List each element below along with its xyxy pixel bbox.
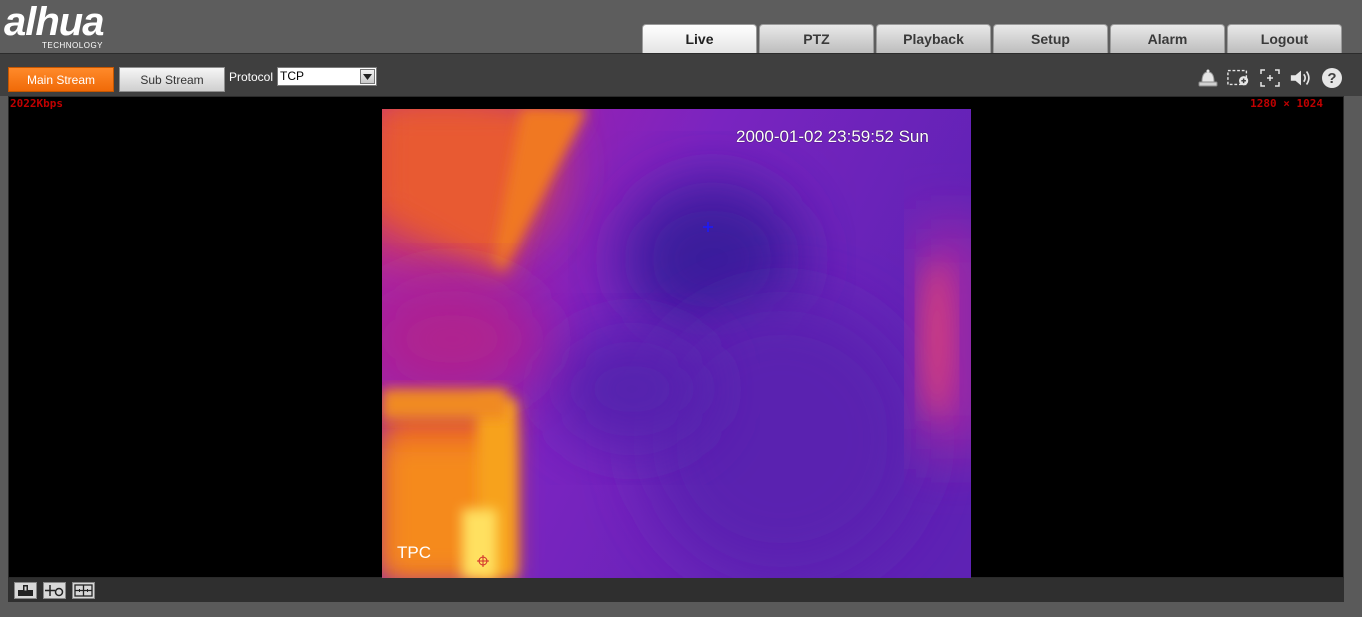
bitrate-readout: 2022Kbps — [10, 97, 63, 110]
tab-playback[interactable]: Playback — [876, 24, 991, 53]
resolution-readout: 1280 × 1024 — [1250, 97, 1323, 110]
protocol-label: Protocol — [229, 70, 274, 84]
header: alhua TECHNOLOGY Live PTZ Playback Setup… — [0, 0, 1362, 53]
fullscreen-icon[interactable] — [1258, 66, 1282, 90]
tab-logout[interactable]: Logout — [1227, 24, 1342, 53]
logo-text: alhua — [4, 0, 104, 44]
svg-text:?: ? — [1327, 70, 1336, 87]
video-window[interactable]: 2022Kbps 1280 × 1024 2000-01-02 23:59:52… — [8, 96, 1344, 578]
thermal-image — [382, 109, 971, 578]
view-tools: ? — [1196, 66, 1344, 90]
osd-channel-label: TPC — [397, 543, 431, 562]
video-bottom-bar — [8, 578, 1344, 602]
thermometer-icon[interactable] — [14, 582, 37, 599]
main-tabs: Live PTZ Playback Setup Alarm Logout — [642, 24, 1344, 53]
main-stream-button[interactable]: Main Stream — [8, 67, 114, 92]
tab-alarm[interactable]: Alarm — [1110, 24, 1225, 53]
osd-timestamp: 2000-01-02 23:59:52 Sun — [736, 127, 929, 146]
ptz-locate-icon[interactable] — [43, 582, 66, 599]
zoom-in-icon[interactable] — [1227, 66, 1251, 90]
tab-setup[interactable]: Setup — [993, 24, 1108, 53]
dahua-logo: alhua TECHNOLOGY — [4, 0, 154, 50]
help-icon[interactable]: ? — [1320, 66, 1344, 90]
tab-ptz[interactable]: PTZ — [759, 24, 874, 53]
split-screen-icon[interactable] — [72, 582, 95, 599]
chevron-down-icon[interactable] — [360, 69, 375, 84]
protocol-select-value: TCP — [280, 69, 304, 83]
alarm-bell-icon[interactable] — [1196, 66, 1220, 90]
speaker-icon[interactable] — [1289, 66, 1313, 90]
sub-stream-button[interactable]: Sub Stream — [119, 67, 225, 92]
video-bottom-tools — [14, 582, 95, 599]
protocol-select[interactable]: TCP — [277, 67, 377, 86]
stream-toolbar: Main Stream Sub Stream Protocol TCP ? — [0, 53, 1362, 96]
tab-live[interactable]: Live — [642, 24, 757, 53]
thermal-video-feed[interactable]: 2000-01-02 23:59:52 Sun TPC — [382, 109, 971, 578]
logo-subtext: TECHNOLOGY — [42, 41, 104, 50]
